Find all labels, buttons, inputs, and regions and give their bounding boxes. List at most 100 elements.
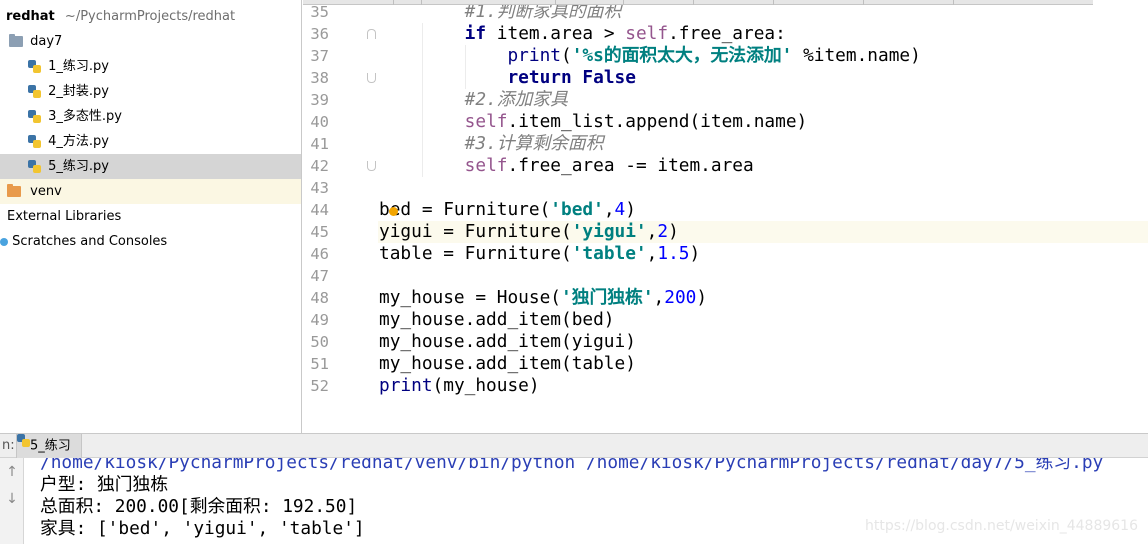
run-config-tab[interactable]: 5_练习 [16, 434, 82, 458]
run-tab-label: 5_练习 [30, 438, 71, 454]
code-token: my_house.add_item(yigui) [379, 331, 636, 352]
code-token: #3.计算剩余面积 [464, 133, 604, 154]
code-token: 'table' [571, 243, 647, 264]
line-number: 45 [310, 223, 329, 241]
python-file-icon [28, 135, 41, 148]
code-token: bed = Furniture( [379, 199, 551, 220]
indent-guide [465, 45, 466, 89]
code-token: , [646, 221, 658, 242]
code-token: self [464, 155, 508, 176]
code-token: 'yigui' [571, 221, 647, 242]
line-number: 40 [310, 113, 329, 131]
fold-marker-icon[interactable] [367, 73, 376, 83]
code-line: #2.添加家具 [379, 89, 568, 111]
python-file-icon [28, 85, 41, 98]
line-number: 37 [310, 47, 329, 65]
tree-item-venv[interactable]: venv [0, 179, 301, 204]
indent-guide [422, 23, 423, 177]
code-editor[interactable]: 35 36 37 38 39 40 41 42 43 44 45 46 47 48 49 50 51 52 #1.… [303, 0, 1148, 433]
up-arrow-icon[interactable]: ↑ [4, 464, 20, 480]
line-number: 44 [310, 201, 329, 219]
fold-marker-icon[interactable] [367, 29, 376, 39]
code-line: my_house = House('独门独栋',200) [379, 287, 707, 309]
run-tool-header: n: 5_练习 [0, 433, 1148, 458]
run-label: n: [2, 438, 15, 453]
code-line: #3.计算剩余面积 [379, 133, 604, 155]
code-line: my_house.add_item(bed) [379, 309, 615, 331]
project-root-name: redhat [6, 9, 55, 24]
code-token: 2 [657, 221, 669, 242]
line-number: 39 [310, 91, 329, 109]
tree-item-external-libraries[interactable]: External Libraries [0, 204, 301, 229]
tree-item-file-2[interactable]: 2_封装.py [0, 79, 301, 104]
code-token: 'bed' [550, 199, 604, 220]
code-token: 1.5 [657, 243, 690, 264]
folder-icon [7, 184, 21, 197]
code-token: , [653, 287, 665, 308]
line-number: 46 [310, 245, 329, 263]
code-line: my_house.add_item(table) [379, 353, 636, 375]
code-token: my_house = House( [379, 287, 561, 308]
code-token: '%s的面积太大，无法添加' [571, 45, 793, 66]
python-file-icon [28, 60, 41, 73]
tree-item-scratches[interactable]: Scratches and Consoles [0, 229, 301, 254]
project-tree-panel: redhat ~/PycharmProjects/redhat day7 1_练… [0, 0, 302, 433]
code-line: table = Furniture('table',1.5) [379, 243, 700, 265]
tree-item-file-4[interactable]: 4_方法.py [0, 129, 301, 154]
line-number: 47 [310, 267, 329, 285]
tree-item-file-3[interactable]: 3_多态性.py [0, 104, 301, 129]
editor-tab-strip[interactable] [303, 0, 1148, 5]
tree-item-label: External Libraries [7, 209, 122, 224]
code-token: ) [625, 199, 636, 220]
tree-item-label: 3_多态性.py [48, 109, 122, 124]
line-number: 42 [310, 157, 329, 175]
code-token: False [582, 67, 636, 88]
project-root-path: ~/PycharmProjects/redhat [64, 9, 236, 24]
down-arrow-icon[interactable]: ↓ [4, 491, 20, 507]
code-token: print [379, 375, 433, 396]
tree-item-label: 2_封装.py [48, 84, 109, 99]
scratches-icon [0, 237, 8, 246]
code-token: if [464, 23, 487, 44]
code-line: print(my_house) [379, 375, 540, 397]
code-line: if item.area > self.free_area: [379, 23, 786, 45]
code-token: '独门独栋' [561, 287, 654, 308]
line-number: 52 [310, 377, 329, 395]
tree-item-file-1[interactable]: 1_练习.py [0, 54, 301, 79]
code-token: return [507, 67, 572, 88]
line-number: 38 [310, 69, 329, 87]
code-line: yigui = Furniture('yigui',2) [379, 221, 679, 243]
code-line: my_house.add_item(yigui) [379, 331, 636, 353]
folder-icon [9, 34, 23, 47]
python-file-icon [28, 110, 41, 123]
code-token: ) [668, 221, 679, 242]
warning-icon[interactable] [389, 207, 398, 216]
code-token: .free_area: [668, 23, 786, 44]
tree-item-label: 5_练习.py [48, 159, 109, 174]
code-token: %item.name) [792, 45, 921, 66]
tree-item-file-5-selected[interactable]: 5_练习.py [0, 154, 301, 179]
code-token: my_house.add_item(table) [379, 353, 636, 374]
code-token: my_house.add_item(bed) [379, 309, 615, 330]
run-side-toolbar: ↑ ↓ [0, 458, 24, 544]
line-number: 36 [310, 25, 329, 43]
code-token: , [646, 243, 658, 264]
tree-item-day7[interactable]: day7 [0, 29, 301, 54]
code-token: .free_area -= item.area [507, 155, 754, 176]
console-output-line: 总面积: 200.00[剩余面积: 192.50] [40, 496, 358, 517]
code-token: (my_house) [432, 375, 540, 396]
project-root-row[interactable]: redhat ~/PycharmProjects/redhat [0, 4, 301, 29]
fold-marker-icon[interactable] [367, 161, 376, 171]
line-number: 49 [310, 311, 329, 329]
line-gutter: 35 36 37 38 39 40 41 42 43 44 45 46 47 48 49 50 51 52 [303, 0, 378, 433]
code-token: 4 [614, 199, 626, 220]
code-token: ) [696, 287, 708, 308]
python-file-icon [28, 160, 41, 173]
watermark-text: https://blog.csdn.net/weixin_44889616 [864, 518, 1138, 534]
tree-item-label: Scratches and Consoles [12, 234, 168, 249]
code-token: ( [561, 45, 572, 66]
run-console[interactable]: /home/kiosk/PycharmProjects/redhat/venv/… [25, 458, 1148, 544]
active-editor-tab[interactable] [1093, 0, 1148, 5]
code-token: ) [689, 243, 701, 264]
